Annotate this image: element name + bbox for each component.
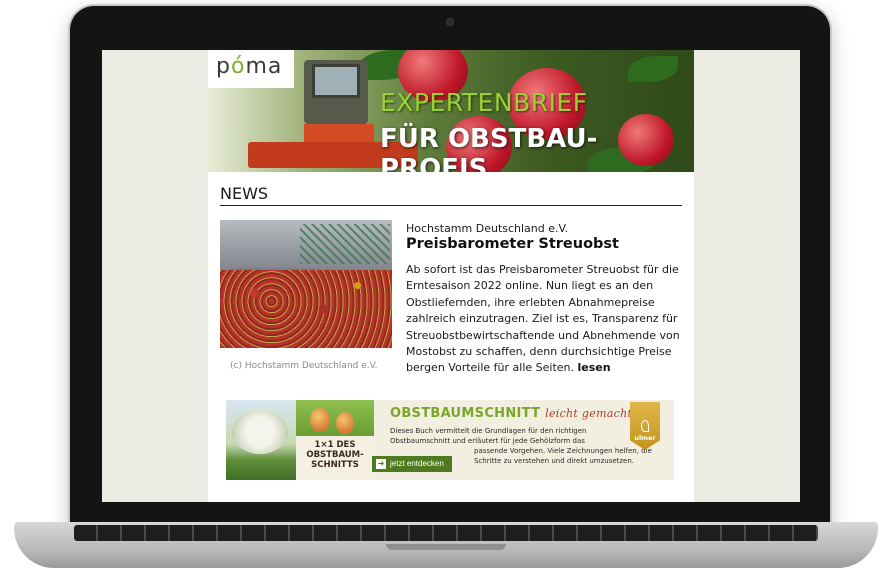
photo-net bbox=[300, 224, 390, 264]
article-source: Hochstamm Deutschland e.V. bbox=[406, 222, 569, 235]
pear-image bbox=[310, 408, 330, 432]
article-title[interactable]: Preisbarometer Streuobst bbox=[406, 236, 619, 252]
poma-logo[interactable]: póma bbox=[216, 54, 282, 79]
ad-description: Dieses Buch vermittelt die Grundlagen fü… bbox=[390, 427, 587, 445]
laptop-screen: póma EXPERTENBRIEF FÜR OBSTBAU-PROFIS NE… bbox=[102, 50, 800, 502]
logo-text: ma bbox=[245, 54, 283, 79]
hero-banner: póma EXPERTENBRIEF FÜR OBSTBAU-PROFIS bbox=[208, 50, 694, 172]
tractor-frame bbox=[304, 124, 374, 144]
laptop-lid: póma EXPERTENBRIEF FÜR OBSTBAU-PROFIS NE… bbox=[70, 6, 830, 534]
pear-image bbox=[336, 412, 354, 434]
hero-title-line-2: FÜR OBSTBAU-PROFIS bbox=[380, 124, 598, 172]
read-more-link[interactable]: lesen bbox=[578, 361, 611, 374]
leaf-decoration bbox=[628, 56, 678, 82]
logo-accent: ó bbox=[230, 54, 246, 79]
keyboard-edge bbox=[74, 525, 818, 541]
photo-apples bbox=[220, 270, 392, 348]
photo-credit: (c) Hochstamm Deutschland e.V. bbox=[230, 361, 378, 371]
tractor-cab bbox=[312, 64, 360, 98]
discover-now-button[interactable]: ➜ jetzt entdecken bbox=[372, 456, 452, 472]
ad-headline: OBSTBAUMSCHNITT leicht gemacht bbox=[390, 406, 632, 421]
logo-text: p bbox=[216, 54, 231, 79]
article-body: Ab sofort ist das Preisbarometer Streuob… bbox=[406, 262, 682, 377]
webcam-icon bbox=[446, 18, 454, 26]
article-body-text: Ab sofort ist das Preisbarometer Streuob… bbox=[406, 263, 680, 375]
tree-crown bbox=[232, 410, 288, 454]
article-photo[interactable] bbox=[220, 220, 392, 348]
trackpad-notch bbox=[386, 544, 506, 550]
book-cover-image: 1×1 DES OBSTBAUM-SCHNITTS bbox=[296, 400, 374, 480]
discover-now-label: jetzt entdecken bbox=[390, 459, 444, 468]
ad-tagline: leicht gemacht bbox=[545, 407, 633, 420]
publisher-logo[interactable]: ulmer bbox=[630, 402, 660, 450]
arrow-right-icon: ➜ bbox=[376, 459, 386, 469]
hero-title-line-1: EXPERTENBRIEF bbox=[380, 88, 588, 117]
book-title: 1×1 DES OBSTBAUM-SCHNITTS bbox=[306, 440, 364, 470]
publisher-label: ulmer bbox=[634, 434, 656, 442]
newsletter-email: póma EXPERTENBRIEF FÜR OBSTBAU-PROFIS NE… bbox=[208, 50, 694, 502]
laptop-base bbox=[14, 522, 878, 568]
section-heading: NEWS bbox=[220, 184, 682, 206]
ad-banner[interactable]: 1×1 DES OBSTBAUM-SCHNITTS OBSTBAUMSCHNIT… bbox=[226, 400, 674, 480]
leaf-icon bbox=[641, 420, 649, 432]
tree-image bbox=[226, 400, 296, 480]
ad-headline-text: OBSTBAUMSCHNITT bbox=[390, 406, 541, 421]
ad-description-continued: passende Vorgehen. Viele Zeichnungen hel… bbox=[474, 447, 652, 465]
